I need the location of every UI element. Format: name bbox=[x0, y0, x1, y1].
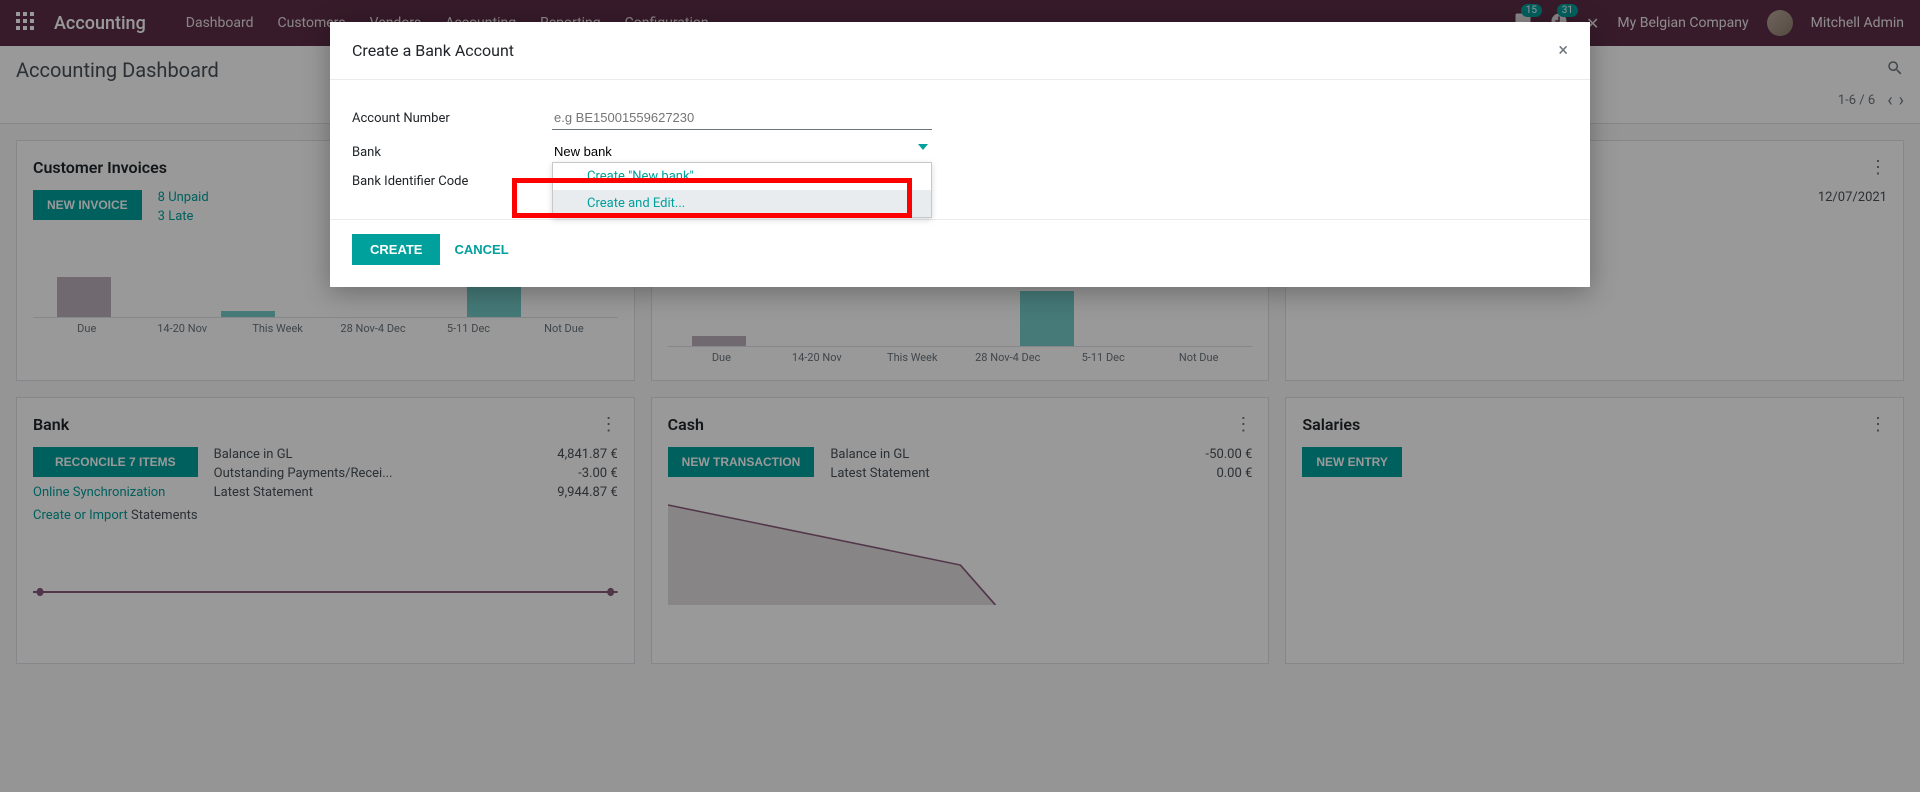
dropdown-create-edit-option[interactable]: Create and Edit... bbox=[553, 190, 931, 217]
create-bank-account-modal: Create a Bank Account × Account Number B… bbox=[330, 22, 1590, 287]
chevron-down-icon[interactable] bbox=[918, 144, 928, 150]
account-number-label: Account Number bbox=[352, 111, 552, 126]
modal-footer: CREATE CANCEL bbox=[330, 219, 1590, 287]
bank-select[interactable] bbox=[552, 140, 932, 164]
close-icon[interactable]: × bbox=[1558, 40, 1568, 61]
dropdown-create-option[interactable]: Create "New bank" bbox=[553, 163, 931, 190]
cancel-button[interactable]: CANCEL bbox=[454, 242, 508, 257]
modal-header: Create a Bank Account × bbox=[330, 22, 1590, 80]
bank-label: Bank bbox=[352, 145, 552, 160]
modal-body: Account Number Bank Bank Identifier Code… bbox=[330, 80, 1590, 219]
modal-title: Create a Bank Account bbox=[352, 41, 514, 60]
bank-dropdown: Create "New bank" Create and Edit... bbox=[552, 162, 932, 218]
bic-label: Bank Identifier Code bbox=[352, 174, 552, 189]
account-number-input[interactable] bbox=[552, 106, 932, 130]
create-button[interactable]: CREATE bbox=[352, 234, 440, 265]
